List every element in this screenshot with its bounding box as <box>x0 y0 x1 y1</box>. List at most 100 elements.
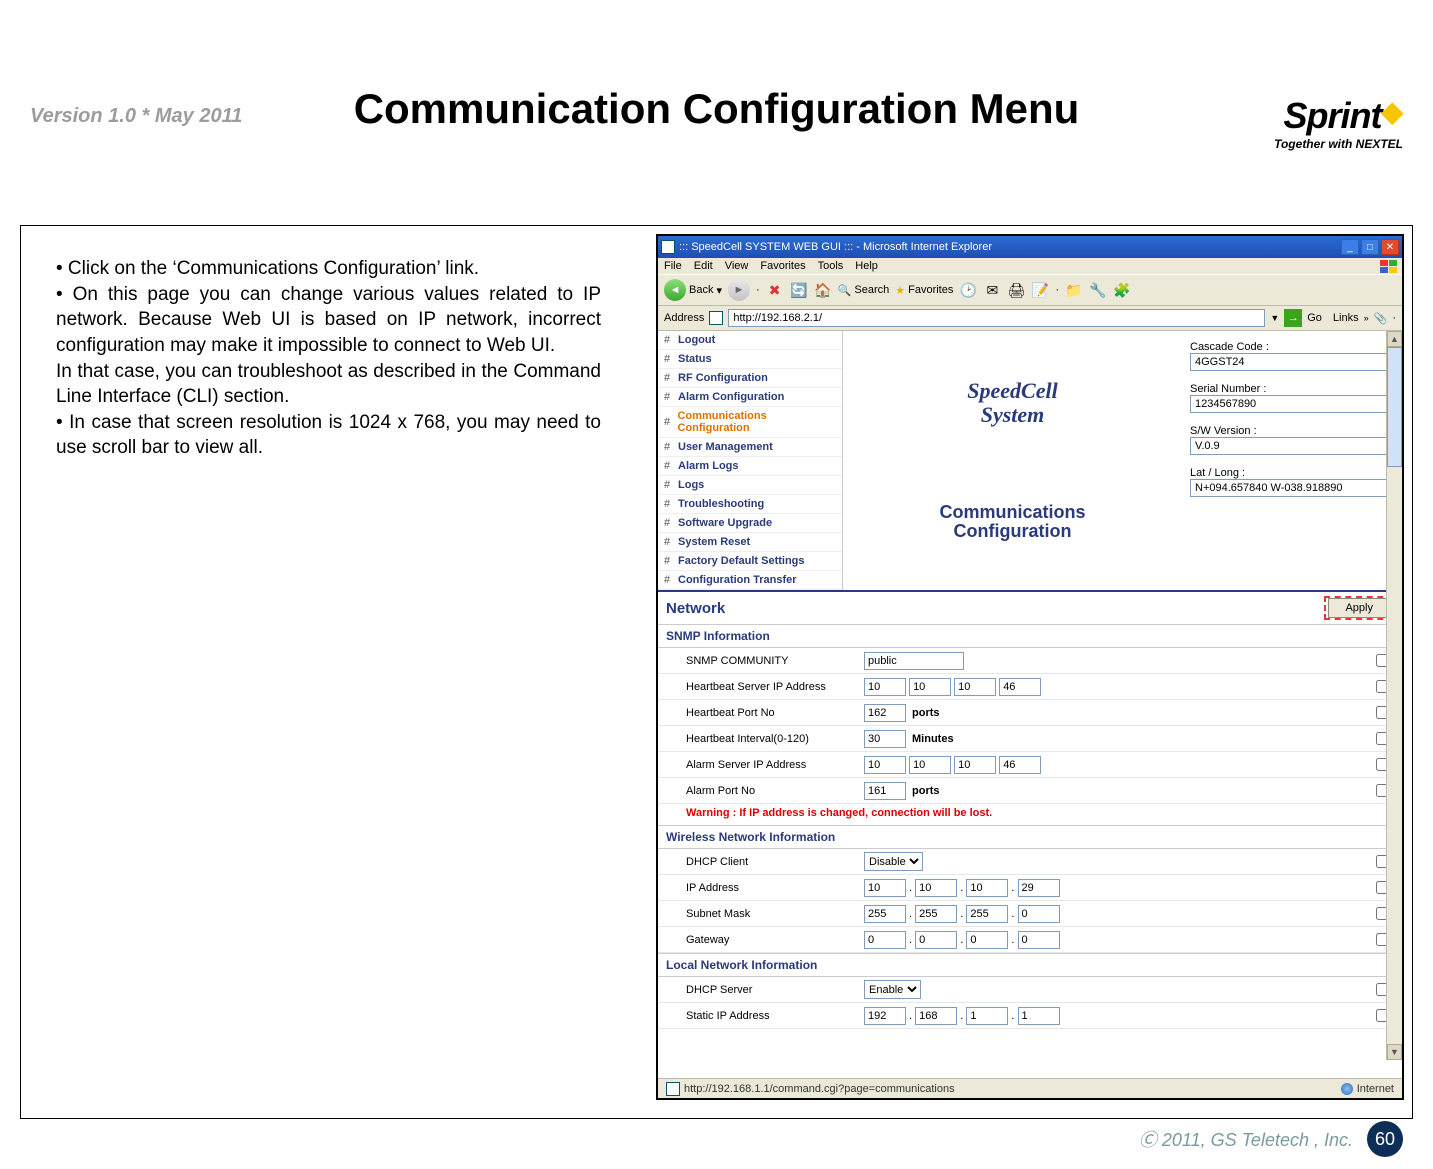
snag-icon[interactable]: 📎 <box>1374 312 1388 325</box>
static-ip-2[interactable] <box>966 1007 1008 1025</box>
go-button[interactable]: → <box>1284 309 1302 327</box>
static-ip-0[interactable] <box>864 1007 906 1025</box>
stop-icon[interactable]: ✖ <box>766 281 784 299</box>
folder-icon[interactable]: 📁 <box>1065 281 1083 299</box>
min-button[interactable]: _ <box>1341 239 1359 255</box>
sw-input[interactable] <box>1190 437 1394 455</box>
page-number: 60 <box>1367 1121 1403 1157</box>
forward-button[interactable]: ► <box>728 279 750 301</box>
sidebar-item-5[interactable]: #User Management <box>658 438 842 457</box>
address-input[interactable] <box>728 309 1265 327</box>
content-frame: • Click on the ‘Communications Configura… <box>20 225 1413 1119</box>
hash-icon: # <box>664 479 678 491</box>
alarm-ip-3[interactable] <box>999 756 1041 774</box>
sidebar-item-label: Communications Configuration <box>678 410 837 434</box>
alarm-port-input[interactable] <box>864 782 906 800</box>
vertical-scrollbar[interactable]: ▲ ▼ <box>1386 331 1402 1060</box>
menu-file[interactable]: File <box>664 260 682 272</box>
gateway-1[interactable] <box>915 931 957 949</box>
sidebar-item-4[interactable]: #Communications Configuration <box>658 407 842 438</box>
hb-port-input[interactable] <box>864 704 906 722</box>
tool1-icon[interactable]: 🔧 <box>1089 281 1107 299</box>
sidebar-item-7[interactable]: #Logs <box>658 476 842 495</box>
sidebar-item-2[interactable]: #RF Configuration <box>658 369 842 388</box>
hash-icon: # <box>664 372 678 384</box>
sidebar-item-label: Software Upgrade <box>678 517 772 529</box>
alarm-ip-1[interactable] <box>909 756 951 774</box>
apply-button[interactable]: Apply <box>1328 598 1390 618</box>
hb-int-input[interactable] <box>864 730 906 748</box>
menu-tools[interactable]: Tools <box>818 260 844 272</box>
home-icon[interactable]: 🏠 <box>814 281 832 299</box>
hb-ip-0[interactable] <box>864 678 906 696</box>
sidebar-item-6[interactable]: #Alarm Logs <box>658 457 842 476</box>
sidebar-item-0[interactable]: #Logout <box>658 331 842 350</box>
menu-edit[interactable]: Edit <box>694 260 713 272</box>
sidebar-item-9[interactable]: #Software Upgrade <box>658 514 842 533</box>
alarm-ip-0[interactable] <box>864 756 906 774</box>
sidebar-item-3[interactable]: #Alarm Configuration <box>658 388 842 407</box>
menu-help[interactable]: Help <box>855 260 878 272</box>
ip-1[interactable] <box>915 879 957 897</box>
refresh-icon[interactable]: 🔄 <box>790 281 808 299</box>
menu-view[interactable]: View <box>725 260 749 272</box>
max-button[interactable]: □ <box>1361 239 1379 255</box>
hash-icon: # <box>664 574 678 586</box>
cascade-input[interactable] <box>1190 353 1394 371</box>
dhcp-server-label: DHCP Server <box>658 977 858 1003</box>
latlon-input[interactable] <box>1190 479 1394 497</box>
alarm-ip-2[interactable] <box>954 756 996 774</box>
status-zone: Internet <box>1357 1083 1394 1095</box>
serial-label: Serial Number : <box>1190 383 1394 395</box>
sidebar-item-12[interactable]: #Configuration Transfer <box>658 571 842 590</box>
ie-addressbar: Address ▼ → Go Links» 📎· <box>658 306 1402 331</box>
tool2-icon[interactable]: 🧩 <box>1113 281 1131 299</box>
subnet-0[interactable] <box>864 905 906 923</box>
hb-ip-2[interactable] <box>954 678 996 696</box>
subnet-3[interactable] <box>1018 905 1060 923</box>
sidebar-item-label: Alarm Configuration <box>678 391 784 403</box>
doc-version: Version 1.0 * May 2011 <box>30 105 242 128</box>
sidebar-item-label: User Management <box>678 441 773 453</box>
close-button[interactable]: ✕ <box>1381 239 1399 255</box>
back-button[interactable]: ◄Back ▾ <box>664 279 722 301</box>
gateway-2[interactable] <box>966 931 1008 949</box>
gateway-3[interactable] <box>1018 931 1060 949</box>
history-icon[interactable]: 🕑 <box>959 281 977 299</box>
sidebar-item-1[interactable]: #Status <box>658 350 842 369</box>
local-head: Local Network Information <box>658 953 1402 977</box>
scroll-up-button[interactable]: ▲ <box>1387 331 1402 347</box>
sidebar-item-10[interactable]: #System Reset <box>658 533 842 552</box>
subnet-2[interactable] <box>966 905 1008 923</box>
static-ip-3[interactable] <box>1018 1007 1060 1025</box>
ip-3[interactable] <box>1018 879 1060 897</box>
sidebar-item-8[interactable]: #Troubleshooting <box>658 495 842 514</box>
sidebar-item-label: Factory Default Settings <box>678 555 805 567</box>
ip-2[interactable] <box>966 879 1008 897</box>
search-button[interactable]: 🔍Search <box>838 284 890 297</box>
alarm-port-label: Alarm Port No <box>658 778 858 804</box>
hash-icon: # <box>664 334 678 346</box>
sidebar-item-label: Troubleshooting <box>678 498 764 510</box>
scroll-thumb[interactable] <box>1387 347 1402 467</box>
links-label[interactable]: Links <box>1333 312 1359 324</box>
hb-ip-3[interactable] <box>999 678 1041 696</box>
menu-favorites[interactable]: Favorites <box>760 260 805 272</box>
sidebar-item-11[interactable]: #Factory Default Settings <box>658 552 842 571</box>
hb-ip-1[interactable] <box>909 678 951 696</box>
serial-input[interactable] <box>1190 395 1394 413</box>
ip-0[interactable] <box>864 879 906 897</box>
sidebar-item-label: System Reset <box>678 536 750 548</box>
snmp-community-input[interactable] <box>864 652 964 670</box>
mail-icon[interactable]: ✉ <box>983 281 1001 299</box>
go-label: Go <box>1307 312 1322 324</box>
print-icon[interactable]: 🖨 <box>1007 281 1025 299</box>
dhcp-client-select[interactable]: Disable <box>864 852 923 871</box>
dhcp-server-select[interactable]: Enable <box>864 980 921 999</box>
favorites-button[interactable]: ★Favorites <box>895 284 953 297</box>
static-ip-1[interactable] <box>915 1007 957 1025</box>
gateway-0[interactable] <box>864 931 906 949</box>
scroll-down-button[interactable]: ▼ <box>1387 1044 1402 1060</box>
edit-icon[interactable]: 📝 <box>1031 281 1049 299</box>
subnet-1[interactable] <box>915 905 957 923</box>
